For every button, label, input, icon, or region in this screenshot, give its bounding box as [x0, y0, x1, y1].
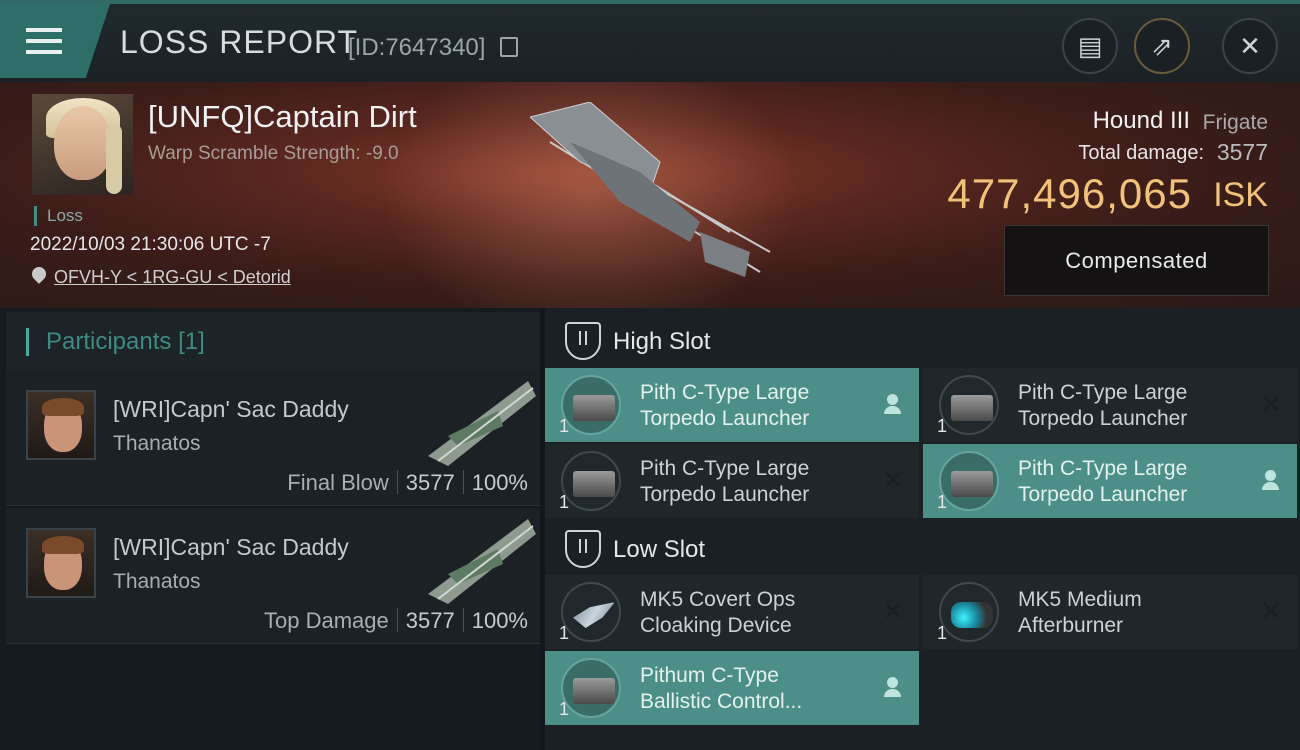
torpedo-launcher-icon	[561, 375, 621, 435]
module-name: MK5 Medium Afterburner	[1018, 588, 1142, 637]
total-damage-label: Total damage:	[1078, 142, 1204, 164]
warp-scramble-strength: Warp Scramble Strength: -9.0	[148, 143, 399, 164]
location-pin-icon	[29, 264, 49, 284]
isk-unit: ISK	[1213, 176, 1268, 214]
module-quantity: 1	[559, 623, 570, 643]
destroyed-x-icon: ✕	[1260, 596, 1282, 626]
destroyed-x-icon: ✕	[1260, 389, 1282, 419]
report-id: [ID:7647340]	[348, 34, 486, 61]
total-damage-value: 3577	[1216, 139, 1268, 165]
module-name: Pith C-Type Large Torpedo Launcher	[1018, 457, 1188, 506]
module-name: Pith C-Type Large Torpedo Launcher	[640, 457, 810, 506]
cloaking-device-icon	[561, 582, 621, 642]
compensated-button[interactable]: Compensated	[1004, 225, 1269, 296]
dropped-user-icon	[881, 675, 905, 699]
top-bar: LOSS REPORT [ID:7647340] ▤ ⇗ ✕	[0, 0, 1300, 82]
participant-stats: Final Blow 3577 100%	[287, 470, 528, 496]
loss-datetime: 2022/10/03 21:30:06 UTC -7	[30, 234, 271, 255]
module-low-2[interactable]: 1 MK5 Medium Afterburner ✕	[923, 575, 1297, 649]
high-slot-header: High Slot	[545, 310, 1300, 370]
victim-panel: [UNFQ]Captain Dirt Warp Scramble Strengt…	[0, 82, 1300, 308]
participant-role: Top Damage	[264, 608, 389, 633]
participant-row[interactable]: [WRI]Capn' Sac Daddy Thanatos Final Blow…	[6, 370, 540, 506]
victim-ship-image	[530, 102, 771, 277]
clipboard-icon: ▤	[1077, 30, 1103, 61]
participant-percent: 100%	[471, 470, 528, 495]
menu-icon	[26, 28, 62, 54]
module-quantity: 1	[559, 492, 570, 512]
participant-damage: 3577	[405, 608, 455, 633]
participant-ship: Thanatos	[113, 432, 201, 455]
module-high-2[interactable]: 1 Pith C-Type Large Torpedo Launcher ✕	[923, 368, 1297, 442]
participant-ship-image	[428, 519, 536, 604]
avatar[interactable]	[26, 390, 96, 460]
ship-name[interactable]: Hound III	[1093, 107, 1190, 135]
victim-portrait[interactable]	[32, 94, 133, 195]
participants-panel: Participants [1] [WRI]Capn' Sac Daddy Th…	[0, 308, 540, 750]
participants-count: [1]	[178, 328, 205, 355]
torpedo-launcher-icon	[939, 451, 999, 511]
high-slot-title: High Slot	[613, 328, 711, 355]
module-high-1[interactable]: 1 Pith C-Type Large Torpedo Launcher	[545, 368, 919, 442]
low-slot-icon	[565, 530, 601, 568]
loss-tag: Loss	[34, 206, 83, 226]
ballistic-control-icon	[561, 658, 621, 718]
dropped-user-icon	[1259, 468, 1283, 492]
participants-header: Participants [1]	[6, 312, 540, 370]
afterburner-icon	[939, 582, 999, 642]
module-name: Pith C-Type Large Torpedo Launcher	[1018, 381, 1188, 430]
fitting-panel: High Slot 1 Pith C-Type Large Torpedo Lau…	[540, 308, 1300, 750]
low-slot-title: Low Slot	[613, 536, 706, 563]
participants-title: Participants [1]	[46, 328, 205, 355]
module-low-3[interactable]: 1 Pithum C-Type Ballistic Control...	[545, 651, 919, 725]
module-quantity: 1	[937, 492, 948, 512]
destroyed-x-icon: ✕	[882, 596, 904, 626]
participant-percent: 100%	[471, 608, 528, 633]
module-low-1[interactable]: 1 MK5 Covert Ops Cloaking Device ✕	[545, 575, 919, 649]
close-button[interactable]: ✕	[1222, 18, 1278, 74]
module-quantity: 1	[559, 416, 570, 436]
menu-button[interactable]	[0, 4, 110, 78]
module-high-3[interactable]: 1 Pith C-Type Large Torpedo Launcher ✕	[545, 444, 919, 518]
participant-ship-image	[428, 381, 536, 466]
participant-row[interactable]: [WRI]Capn' Sac Daddy Thanatos Top Damage…	[6, 508, 540, 644]
module-quantity: 1	[937, 416, 948, 436]
module-name: Pithum C-Type Ballistic Control...	[640, 664, 803, 713]
module-quantity: 1	[937, 623, 948, 643]
share-button[interactable]: ⇗	[1134, 18, 1190, 74]
module-name: Pith C-Type Large Torpedo Launcher	[640, 381, 810, 430]
participant-name: [WRI]Capn' Sac Daddy	[113, 534, 349, 560]
copy-icon[interactable]	[500, 37, 518, 57]
participant-damage: 3577	[405, 470, 455, 495]
torpedo-launcher-icon	[939, 375, 999, 435]
destroyed-x-icon: ✕	[882, 465, 904, 495]
participant-stats: Top Damage 3577 100%	[264, 608, 528, 634]
avatar[interactable]	[26, 528, 96, 598]
module-high-4[interactable]: 1 Pith C-Type Large Torpedo Launcher	[923, 444, 1297, 518]
close-icon: ✕	[1239, 30, 1261, 61]
share-icon: ⇗	[1151, 30, 1173, 61]
module-name: MK5 Covert Ops Cloaking Device	[640, 588, 796, 637]
isk-value: 477,496,065	[947, 170, 1192, 217]
location-link[interactable]: OFVH-Y < 1RG-GU < Detorid	[54, 267, 291, 288]
low-slot-header: Low Slot	[545, 518, 1300, 578]
dropped-user-icon	[881, 392, 905, 416]
clipboard-button[interactable]: ▤	[1062, 18, 1118, 74]
page-title: LOSS REPORT	[120, 24, 359, 60]
participant-name: [WRI]Capn' Sac Daddy	[113, 396, 349, 422]
module-quantity: 1	[559, 699, 570, 719]
participant-ship: Thanatos	[113, 570, 201, 593]
victim-name[interactable]: [UNFQ]Captain Dirt	[148, 99, 417, 135]
ship-class: Frigate	[1202, 111, 1268, 134]
torpedo-launcher-icon	[561, 451, 621, 511]
participant-role: Final Blow	[287, 470, 389, 495]
high-slot-icon	[565, 322, 601, 360]
